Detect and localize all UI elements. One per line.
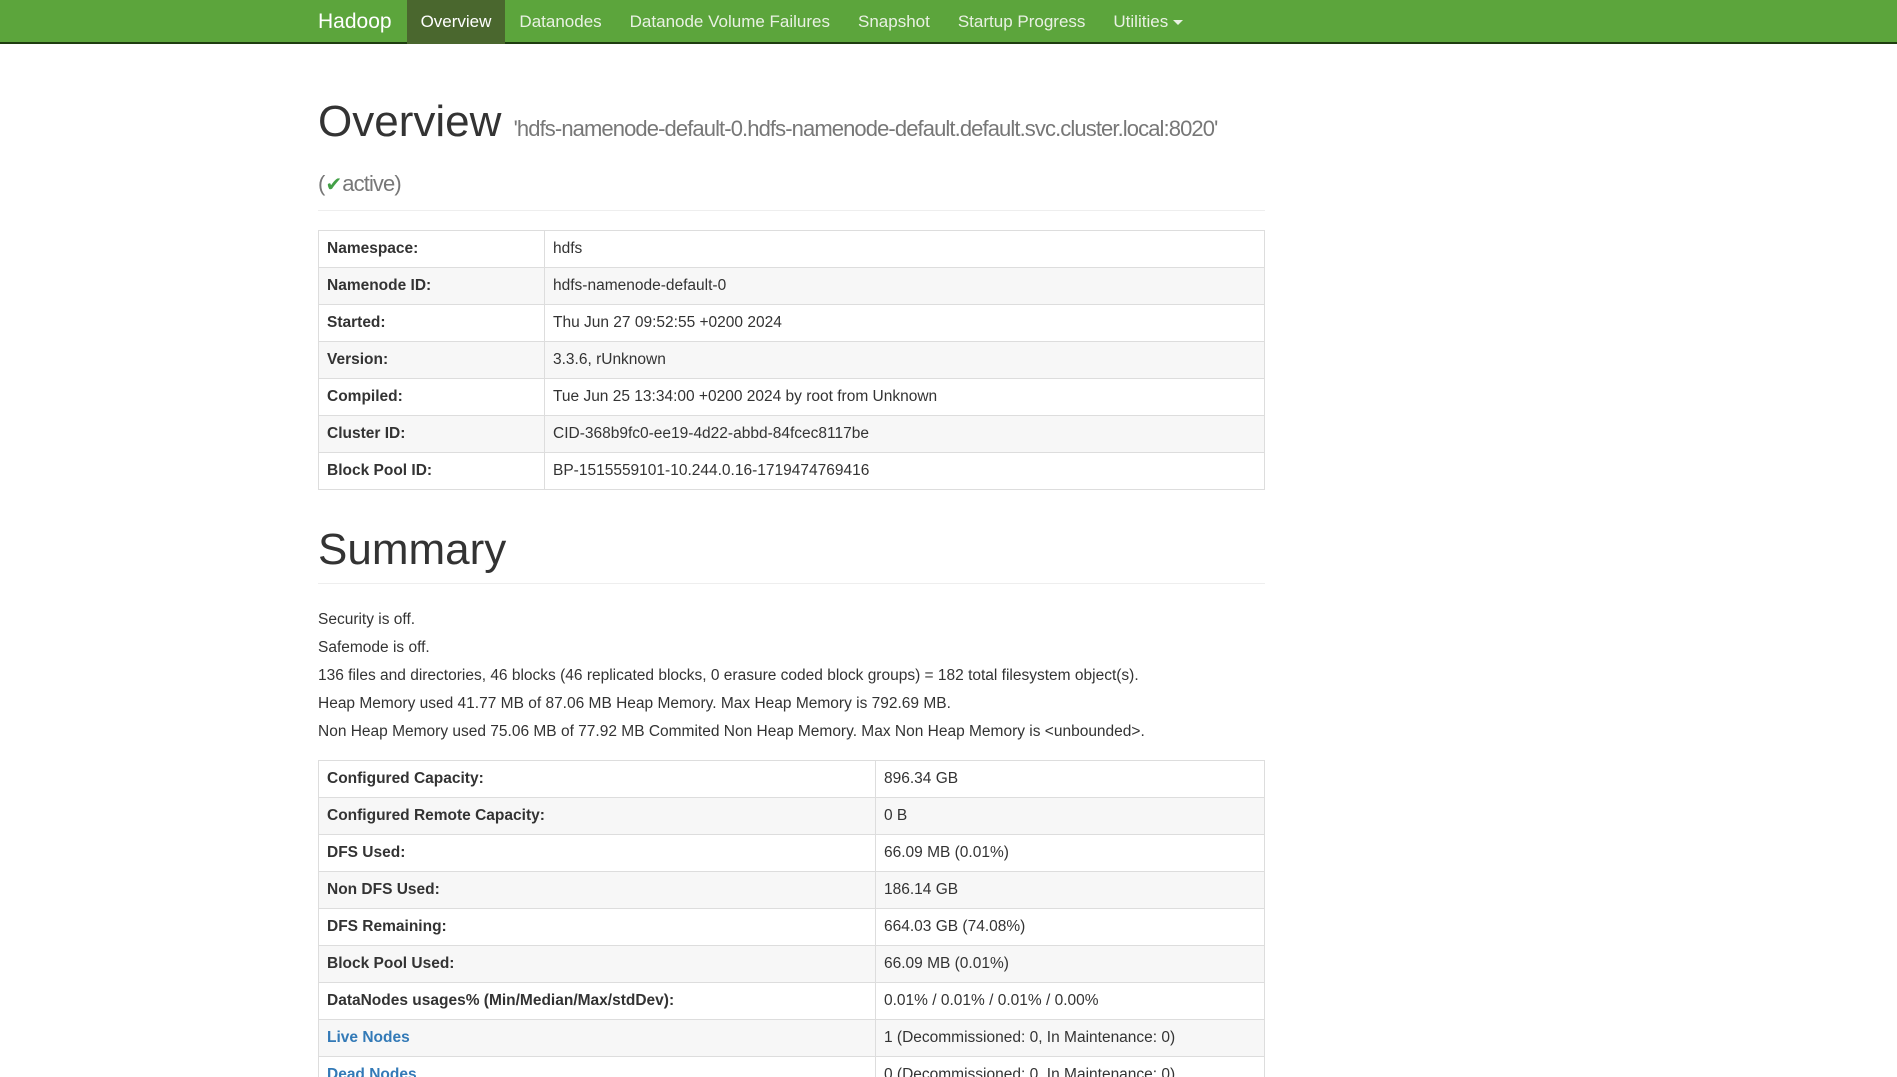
row-label: Configured Capacity: xyxy=(319,761,876,798)
row-value: 186.14 GB xyxy=(876,872,1265,909)
summary-line: 136 files and directories, 46 blocks (46… xyxy=(318,666,1265,685)
brand-hadoop[interactable]: Hadoop xyxy=(303,0,407,44)
row-value: Thu Jun 27 09:52:55 +0200 2024 xyxy=(545,305,1265,342)
row-label: Configured Remote Capacity: xyxy=(319,798,876,835)
row-value: CID-368b9fc0-ee19-4d22-abbd-84fcec8117be xyxy=(545,416,1265,453)
row-label: Block Pool ID: xyxy=(319,453,545,490)
table-row: DFS Used: 66.09 MB (0.01%) xyxy=(319,835,1265,872)
table-row: Version: 3.3.6, rUnknown xyxy=(319,342,1265,379)
row-label: Non DFS Used: xyxy=(319,872,876,909)
row-label: DataNodes usages% (Min/Median/Max/stdDev… xyxy=(319,983,876,1020)
row-value: 0.01% / 0.01% / 0.01% / 0.00% xyxy=(876,983,1265,1020)
row-value: 896.34 GB xyxy=(876,761,1265,798)
caret-down-icon xyxy=(1173,20,1183,25)
summary-line: Security is off. xyxy=(318,610,1265,629)
row-value: 0 B xyxy=(876,798,1265,835)
table-row: Non DFS Used: 186.14 GB xyxy=(319,872,1265,909)
nav-item: Datanode Volume Failures xyxy=(616,0,844,44)
table-row: Cluster ID: CID-368b9fc0-ee19-4d22-abbd-… xyxy=(319,416,1265,453)
table-row: Dead Nodes 0 (Decommissioned: 0, In Main… xyxy=(319,1057,1265,1077)
nav-link[interactable]: Startup Progress xyxy=(944,0,1100,44)
overview-header: Overview 'hdfs-namenode-default-0.hdfs-n… xyxy=(318,94,1265,211)
navbar: Hadoop Overview Datanodes Datanode Volum… xyxy=(0,0,1897,44)
table-row: Started: Thu Jun 27 09:52:55 +0200 2024 xyxy=(319,305,1265,342)
overview-title-text: Overview xyxy=(318,97,501,146)
row-value: hdfs xyxy=(545,231,1265,268)
summary-line: Non Heap Memory used 75.06 MB of 77.92 M… xyxy=(318,722,1265,741)
summary-stats-table: Configured Capacity: 896.34 GB Configure… xyxy=(318,760,1265,1077)
navbar-menu: Overview Datanodes Datanode Volume Failu… xyxy=(407,0,1198,44)
row-label: Namespace: xyxy=(319,231,545,268)
summary-title: Summary xyxy=(318,522,1265,577)
navbar-container: Hadoop Overview Datanodes Datanode Volum… xyxy=(303,0,1593,44)
row-label: DFS Remaining: xyxy=(319,909,876,946)
nav-item: Overview xyxy=(407,0,506,44)
namenode-state: (✔active) xyxy=(318,171,401,196)
nav-link[interactable]: Overview xyxy=(407,0,506,44)
nav-link[interactable]: Datanodes xyxy=(505,0,615,44)
row-label: Namenode ID: xyxy=(319,268,545,305)
node-link[interactable]: Dead Nodes xyxy=(327,1066,417,1077)
main-content: Overview 'hdfs-namenode-default-0.hdfs-n… xyxy=(303,94,1280,1077)
table-row: Namenode ID: hdfs-namenode-default-0 xyxy=(319,268,1265,305)
table-row: Configured Remote Capacity: 0 B xyxy=(319,798,1265,835)
row-label: Version: xyxy=(319,342,545,379)
table-row: Block Pool Used: 66.09 MB (0.01%) xyxy=(319,946,1265,983)
row-label: Compiled: xyxy=(319,379,545,416)
nav-link[interactable]: Snapshot xyxy=(844,0,944,44)
nav-link[interactable]: Datanode Volume Failures xyxy=(616,0,844,44)
table-row: DataNodes usages% (Min/Median/Max/stdDev… xyxy=(319,983,1265,1020)
nav-item: Startup Progress xyxy=(944,0,1100,44)
row-value: 66.09 MB (0.01%) xyxy=(876,835,1265,872)
row-label: Dead Nodes xyxy=(319,1057,876,1077)
nav-item: Datanodes xyxy=(505,0,615,44)
row-value: Tue Jun 25 13:34:00 +0200 2024 by root f… xyxy=(545,379,1265,416)
overview-info-table: Namespace: hdfs Namenode ID: hdfs-nameno… xyxy=(318,230,1265,490)
row-value: 66.09 MB (0.01%) xyxy=(876,946,1265,983)
row-label: DFS Used: xyxy=(319,835,876,872)
summary-paragraphs: Security is off. Safemode is off. 136 fi… xyxy=(318,610,1265,741)
state-label: active) xyxy=(342,171,401,196)
table-row: Namespace: hdfs xyxy=(319,231,1265,268)
nav-item: Utilities xyxy=(1099,0,1197,44)
row-value: 1 (Decommissioned: 0, In Maintenance: 0) xyxy=(876,1020,1265,1057)
table-row: DFS Remaining: 664.03 GB (74.08%) xyxy=(319,909,1265,946)
node-link[interactable]: Live Nodes xyxy=(327,1029,410,1046)
row-label: Block Pool Used: xyxy=(319,946,876,983)
namenode-host: 'hdfs-namenode-default-0.hdfs-namenode-d… xyxy=(514,116,1218,141)
nav-item: Snapshot xyxy=(844,0,944,44)
summary-header: Summary xyxy=(318,522,1265,584)
check-icon: ✔ xyxy=(324,174,342,196)
row-value: 0 (Decommissioned: 0, In Maintenance: 0) xyxy=(876,1057,1265,1077)
row-label: Live Nodes xyxy=(319,1020,876,1057)
table-row: Live Nodes 1 (Decommissioned: 0, In Main… xyxy=(319,1020,1265,1057)
row-value: BP-1515559101-10.244.0.16-1719474769416 xyxy=(545,453,1265,490)
table-row: Configured Capacity: 896.34 GB xyxy=(319,761,1265,798)
table-row: Block Pool ID: BP-1515559101-10.244.0.16… xyxy=(319,453,1265,490)
summary-line: Safemode is off. xyxy=(318,638,1265,657)
row-value: 664.03 GB (74.08%) xyxy=(876,909,1265,946)
summary-line: Heap Memory used 41.77 MB of 87.06 MB He… xyxy=(318,694,1265,713)
nav-link[interactable]: Utilities xyxy=(1099,0,1197,44)
row-label: Started: xyxy=(319,305,545,342)
row-value: hdfs-namenode-default-0 xyxy=(545,268,1265,305)
page-title: Overview 'hdfs-namenode-default-0.hdfs-n… xyxy=(318,94,1265,204)
row-label: Cluster ID: xyxy=(319,416,545,453)
row-value: 3.3.6, rUnknown xyxy=(545,342,1265,379)
table-row: Compiled: Tue Jun 25 13:34:00 +0200 2024… xyxy=(319,379,1265,416)
